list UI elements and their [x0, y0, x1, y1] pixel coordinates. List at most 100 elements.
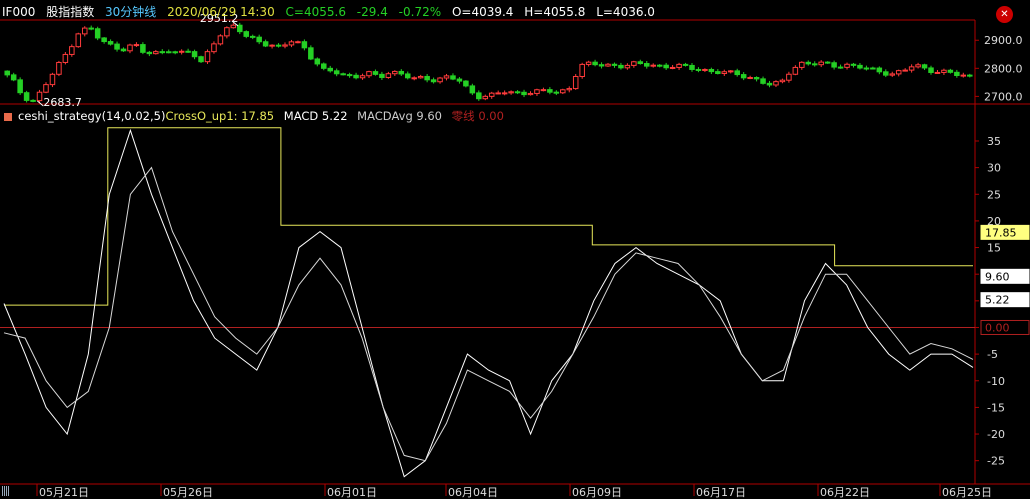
- candle-body: [327, 67, 333, 72]
- candle-body: [624, 64, 631, 69]
- candle-body: [870, 67, 876, 70]
- candle-body: [366, 71, 372, 77]
- candle-body: [172, 51, 178, 54]
- candle-body: [805, 61, 812, 65]
- candle-body: [514, 91, 521, 94]
- candle-body: [198, 56, 204, 63]
- candle-body: [353, 74, 359, 79]
- candle-body: [553, 91, 560, 94]
- candle-body: [676, 63, 682, 68]
- axis-labels: 2900.02800.02700.02951.22683.73530252015…: [36, 12, 1030, 499]
- candle-body: [275, 44, 282, 47]
- candle-body: [359, 75, 366, 79]
- candle-body: [663, 64, 669, 69]
- candle-body: [501, 92, 508, 95]
- candle-body: [631, 61, 637, 66]
- candle-body: [721, 71, 728, 75]
- candle-body: [333, 70, 340, 75]
- candle-body: [385, 73, 392, 78]
- candle-body: [702, 68, 708, 71]
- candle-body: [921, 64, 928, 69]
- change-value: -29.4: [356, 5, 388, 19]
- candle-body: [715, 71, 721, 75]
- candle-body: [430, 79, 437, 83]
- datetime: 2020/06/29 14:30: [167, 5, 275, 19]
- candle-body: [346, 74, 353, 77]
- quote-header: IF000 股指指数 30分钟线 2020/06/29 14:30 C=4055…: [2, 3, 662, 20]
- candle-body: [799, 61, 805, 68]
- price-candles: [4, 22, 973, 104]
- candle-body: [340, 73, 346, 76]
- candle-body: [49, 73, 56, 86]
- candle-body: [75, 33, 82, 48]
- price-tick-label: 2900.0: [984, 34, 1023, 47]
- high-value: H=4055.8: [524, 5, 586, 19]
- candle-body: [527, 92, 534, 96]
- candle-body: [960, 74, 967, 77]
- candle-body: [159, 51, 166, 54]
- candle-body: [495, 92, 501, 95]
- candle-body: [211, 43, 217, 53]
- candle-body: [734, 70, 740, 76]
- candle-body: [191, 51, 198, 58]
- candle-body: [902, 69, 908, 72]
- candle-body: [140, 44, 146, 53]
- candle-body: [456, 78, 463, 82]
- candle-body: [592, 61, 598, 66]
- candle-body: [153, 51, 159, 55]
- candle-body: [398, 70, 405, 75]
- x-tick-label: 05月26日: [163, 486, 213, 499]
- candle-body: [682, 63, 689, 66]
- indicator-lines: [3, 127, 974, 478]
- candle-body: [127, 44, 133, 52]
- series-line-macdavg: [3, 166, 974, 462]
- candle-body: [450, 75, 456, 80]
- candle-body: [611, 63, 618, 66]
- candle-body: [288, 41, 295, 46]
- candle-body: [230, 24, 237, 29]
- candle-body: [476, 92, 482, 100]
- indicator-tick-label: 30: [987, 162, 1001, 175]
- candle-body: [618, 64, 624, 69]
- x-tick-label: 06月09日: [572, 486, 622, 499]
- candle-body: [779, 79, 786, 83]
- candle-body: [857, 64, 863, 69]
- candle-body: [469, 85, 476, 94]
- candle-body: [237, 24, 243, 33]
- indicator-name[interactable]: ceshi_strategy(14,0.02,5): [18, 109, 165, 123]
- candle-body: [81, 27, 88, 35]
- close-circle-icon[interactable]: ✕: [996, 6, 1013, 23]
- candle-body: [249, 35, 256, 38]
- candle-body: [424, 75, 430, 81]
- series-line-macd: [3, 128, 974, 478]
- scroll-handle-icon[interactable]: [2, 486, 10, 496]
- macdavg-value: MACDAvg 9.60: [357, 109, 443, 123]
- change-percent: -0.72%: [398, 5, 442, 19]
- candle-body: [165, 51, 172, 54]
- candle-body: [928, 67, 934, 73]
- series-line-crosso_up1: [4, 127, 973, 306]
- candle-body: [844, 63, 850, 68]
- candle-body: [637, 61, 644, 65]
- candle-body: [23, 92, 30, 101]
- candle-body: [224, 27, 230, 37]
- candle-body: [824, 61, 831, 64]
- candle-body: [818, 61, 824, 66]
- candle-body: [463, 80, 469, 87]
- candle-body: [69, 46, 75, 55]
- candle-body: [443, 75, 450, 79]
- candle-body: [146, 51, 153, 55]
- x-tick-label: 06月17日: [696, 486, 746, 499]
- candle-body: [954, 71, 960, 76]
- candle-body: [269, 44, 275, 47]
- candle-body: [941, 69, 947, 73]
- indicator-tick-label: -25: [987, 455, 1005, 468]
- candle-body: [760, 78, 766, 84]
- period-label[interactable]: 30分钟线: [105, 5, 156, 19]
- candle-body: [669, 66, 676, 69]
- candle-body: [321, 63, 327, 69]
- candle-body: [185, 50, 191, 53]
- candle-body: [411, 77, 417, 80]
- candle-body: [895, 70, 902, 75]
- candle-body: [4, 70, 10, 76]
